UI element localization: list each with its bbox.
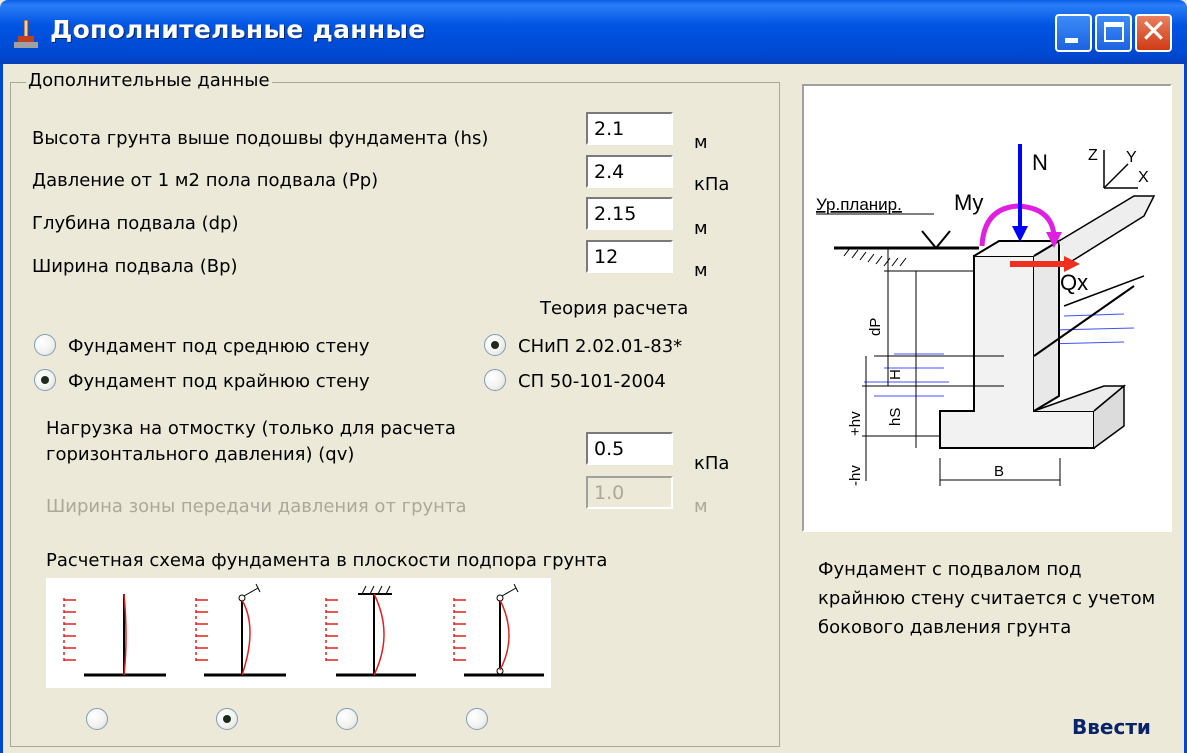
field-label-bp: Ширина подвала (Bp) <box>32 256 238 277</box>
scheme-radio-2[interactable] <box>216 708 238 730</box>
foundation-picture: Ур.планир. My N Qx Z Y X dP H hS +hv -hv <box>802 84 1172 532</box>
field-label-dp: Глубина подвала (dp) <box>32 213 239 234</box>
scheme-3-icon <box>325 585 416 677</box>
close-icon: ✕ <box>1140 12 1167 50</box>
input-zone: 1.0 <box>586 476 673 509</box>
input-load[interactable]: 0.5 <box>586 432 673 465</box>
scheme-images <box>63 583 544 677</box>
hs-label: hS <box>887 408 904 426</box>
maximize-icon <box>1104 22 1124 42</box>
scheme-2-icon <box>195 583 286 677</box>
n-label: N <box>1032 150 1048 175</box>
scheme-1-icon <box>63 593 166 677</box>
wall-label-edge: Фундамент под крайнюю стену <box>68 371 370 392</box>
axis-y-label: Y <box>1126 149 1137 166</box>
scheme-label: Расчетная схема фундамента в плоскости п… <box>46 550 608 571</box>
zone-label: Ширина зоны передачи давления от грунта <box>46 496 467 517</box>
qx-label: Qx <box>1060 270 1088 295</box>
wall-radio-edge[interactable] <box>34 369 56 391</box>
theory-label-snip: СНиП 2.02.01-83* <box>518 336 683 357</box>
scheme-radio-4[interactable] <box>466 708 488 730</box>
unit-zone: м <box>694 496 708 517</box>
app-icon <box>14 20 38 48</box>
input-dp[interactable]: 2.15 <box>586 197 673 230</box>
unit-load: кПа <box>694 453 730 474</box>
input-pp[interactable]: 2.4 <box>586 155 673 188</box>
unit-hs: м <box>694 132 708 153</box>
plus-hv-label: +hv <box>847 411 864 436</box>
field-label-pp: Давление от 1 м2 пола подвала (Pp) <box>32 170 379 191</box>
b-label: B <box>994 463 1004 480</box>
axis-x-label: X <box>1138 169 1149 186</box>
unit-bp: м <box>694 260 708 281</box>
window-title: Дополнительные данные <box>50 15 426 44</box>
dp-label: dP <box>867 318 884 336</box>
wall-label-middle: Фундамент под среднюю стену <box>68 336 370 357</box>
unit-pp: кПа <box>694 174 730 195</box>
axis-z-label: Z <box>1088 147 1098 164</box>
theory-radio-snip[interactable] <box>484 334 506 356</box>
field-label-hs: Высота грунта выше подошвы фундамента (h… <box>32 128 489 149</box>
description-text: Фундамент с подвалом под крайнюю стену с… <box>818 559 1156 638</box>
close-button[interactable]: ✕ <box>1135 12 1172 52</box>
scheme-4-icon <box>453 583 544 677</box>
unit-dp: м <box>694 218 708 239</box>
h-label: H <box>887 369 904 380</box>
minimize-icon <box>1065 38 1078 43</box>
theory-title: Теория расчета <box>540 298 689 319</box>
my-label: My <box>954 190 983 215</box>
scheme-radio-1[interactable] <box>86 708 108 730</box>
load-label-line1: Нагрузка на отмостку (только для расчета <box>46 418 456 439</box>
enter-button[interactable]: Ввести <box>1072 715 1151 739</box>
minimize-button[interactable] <box>1055 14 1092 52</box>
wall-radio-middle[interactable] <box>34 334 56 356</box>
radio-selected-dot <box>491 341 499 349</box>
title-bar[interactable]: Дополнительные данные ✕ <box>0 0 1187 64</box>
radio-selected-dot <box>223 715 231 723</box>
input-hs[interactable]: 2.1 <box>586 112 673 145</box>
group-label: Дополнительные данные <box>26 70 272 91</box>
scheme-diagrams <box>46 578 551 688</box>
load-label-line2: горизонтального давления) (qv) <box>46 444 355 465</box>
theory-label-sp: СП 50-101-2004 <box>518 371 666 392</box>
radio-selected-dot <box>41 376 49 384</box>
soil-hatch <box>843 247 907 267</box>
maximize-button[interactable] <box>1095 14 1132 52</box>
scheme-radio-3[interactable] <box>336 708 358 730</box>
minus-hv-label: -hv <box>847 465 864 486</box>
level-label: Ур.планир. <box>816 195 902 214</box>
theory-radio-sp[interactable] <box>484 369 506 391</box>
foundation-diagram: Ур.планир. My N Qx Z Y X dP H hS +hv -hv <box>816 144 1156 486</box>
input-bp[interactable]: 12 <box>586 240 673 273</box>
